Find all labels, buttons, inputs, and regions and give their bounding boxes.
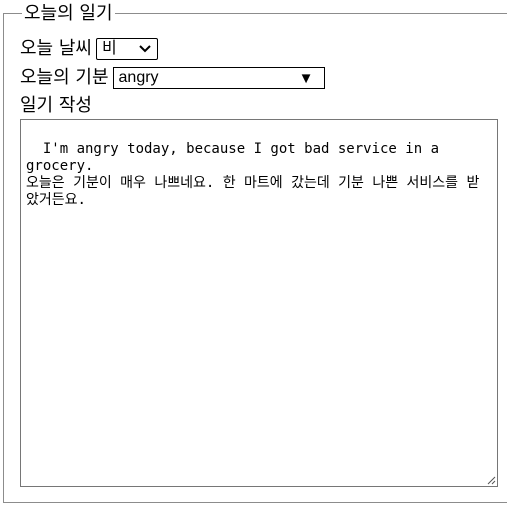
diary-text: I'm angry today, because I got bad servi… (26, 141, 480, 208)
weather-row: 오늘 날씨 비 (20, 38, 158, 60)
weather-label: 오늘 날씨 (20, 38, 92, 59)
mood-row: 오늘의 기분 angry ▼ (20, 67, 325, 89)
diary-write-label: 일기 작성 (20, 95, 92, 116)
triangle-down-icon: ▼ (298, 70, 314, 87)
mood-selected-value: angry (118, 69, 159, 86)
mood-select[interactable]: angry ▼ (112, 67, 325, 89)
mood-label: 오늘의 기분 (20, 67, 109, 88)
resize-handle-icon[interactable] (485, 474, 496, 485)
diary-textarea[interactable]: I'm angry today, because I got bad servi… (20, 119, 498, 487)
weather-selected-value: 비 (101, 40, 117, 57)
fieldset-legend: 오늘의 일기 (22, 3, 115, 25)
weather-select[interactable]: 비 (95, 38, 158, 60)
chevron-down-icon (138, 39, 152, 64)
